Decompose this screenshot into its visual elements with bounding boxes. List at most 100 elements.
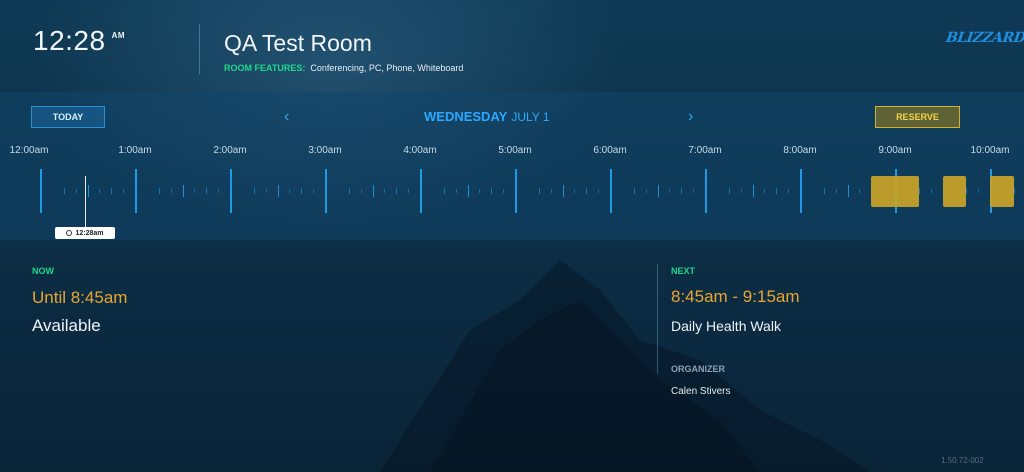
quarter-hour-tick	[681, 188, 683, 194]
minor-tick	[669, 189, 671, 193]
hour-label: 7:00am	[688, 145, 722, 156]
quarter-hour-tick	[443, 188, 445, 194]
minor-tick	[75, 189, 77, 193]
chevron-left-icon[interactable]: ‹	[284, 108, 289, 126]
minor-tick	[265, 189, 267, 193]
organizer-name: Calen Stivers	[671, 386, 731, 397]
now-indicator-badge: 12:28am	[55, 227, 115, 239]
minor-tick	[574, 189, 576, 193]
minor-tick	[859, 189, 861, 193]
hour-tick	[705, 169, 707, 213]
booked-slot[interactable]	[871, 176, 919, 207]
quarter-hour-tick	[253, 188, 255, 194]
quarter-hour-tick	[966, 188, 968, 194]
hour-label: 3:00am	[308, 145, 342, 156]
room-features: ROOM FEATURES: Conferencing, PC, Phone, W…	[224, 63, 463, 73]
minor-tick	[384, 189, 386, 193]
room-features-label: ROOM FEATURES:	[224, 63, 306, 73]
quarter-hour-tick	[63, 188, 65, 194]
quarter-hour-tick	[111, 188, 113, 194]
half-hour-tick	[752, 185, 754, 197]
hour-label: 12:00am	[9, 145, 49, 156]
now-until: Until 8:45am	[32, 288, 128, 307]
chevron-right-icon[interactable]: ›	[688, 108, 693, 126]
hour-tick	[420, 169, 422, 213]
half-hour-tick	[277, 185, 279, 197]
next-meeting-title: Daily Health Walk	[671, 318, 781, 334]
blizzard-logo: BLIZZARD	[944, 30, 1024, 46]
organizer-label: ORGANIZER	[671, 364, 725, 374]
minor-tick	[408, 189, 410, 193]
quarter-hour-tick	[586, 188, 588, 194]
quarter-hour-tick	[918, 188, 920, 194]
next-time-range: 8:45am - 9:15am	[671, 287, 800, 306]
booked-slot[interactable]	[942, 176, 967, 207]
minor-tick	[360, 189, 362, 193]
quarter-hour-tick	[491, 188, 493, 194]
hour-tick	[610, 169, 612, 213]
minor-tick	[479, 189, 481, 193]
hour-tick	[325, 169, 327, 213]
minor-tick	[123, 189, 125, 193]
hour-tick	[230, 169, 232, 213]
now-indicator-time: 12:28am	[75, 229, 104, 237]
clock-ampm: AM	[111, 31, 126, 40]
half-hour-tick	[182, 185, 184, 197]
minor-tick	[788, 189, 790, 193]
header-divider	[199, 24, 200, 74]
current-time: 12:28 AM	[33, 25, 125, 57]
room-name: QA Test Room	[224, 30, 372, 56]
quarter-hour-tick	[728, 188, 730, 194]
hour-label: 6:00am	[593, 145, 627, 156]
minor-tick	[455, 189, 457, 193]
booked-slot[interactable]	[990, 176, 1014, 207]
minor-tick	[503, 189, 505, 193]
half-hour-tick	[87, 185, 89, 197]
timeline[interactable]: 12:28am 12:00am 1:00am 2:00am 3:00am 4:00am 5…	[0, 145, 1024, 240]
minor-tick	[764, 189, 766, 193]
date-month-day: JULY 1	[511, 110, 550, 124]
next-label: NEXT	[671, 266, 696, 276]
minor-tick	[218, 189, 220, 193]
hour-label: 9:00am	[878, 145, 912, 156]
minor-tick	[194, 189, 196, 193]
minor-tick	[598, 189, 600, 193]
current-date: WEDNESDAY JULY 1	[424, 109, 550, 124]
reserve-button[interactable]: RESERVE	[875, 106, 960, 128]
now-label: NOW	[32, 266, 54, 276]
quarter-hour-tick	[206, 188, 208, 194]
hour-tick	[515, 169, 517, 213]
hour-label: 2:00am	[213, 145, 247, 156]
half-hour-tick	[847, 185, 849, 197]
minor-tick	[835, 189, 837, 193]
quarter-hour-tick	[396, 188, 398, 194]
clock-icon	[66, 230, 73, 236]
minor-tick	[930, 189, 932, 193]
hour-label: 8:00am	[783, 145, 817, 156]
date-weekday: WEDNESDAY	[424, 109, 508, 124]
minor-tick	[740, 189, 742, 193]
quarter-hour-tick	[776, 188, 778, 194]
minor-tick	[550, 189, 552, 193]
half-hour-tick	[467, 185, 469, 197]
hour-label: 4:00am	[403, 145, 437, 156]
quarter-hour-tick	[633, 188, 635, 194]
quarter-hour-tick	[158, 188, 160, 194]
minor-tick	[170, 189, 172, 193]
today-button[interactable]: TODAY	[31, 106, 105, 128]
hour-tick	[135, 169, 137, 213]
app-version: 1.50.72-002	[941, 456, 984, 465]
room-features-list: Conferencing, PC, Phone, Whiteboard	[310, 63, 464, 73]
quarter-hour-tick	[301, 188, 303, 194]
now-status: Available	[32, 316, 101, 335]
quarter-hour-tick	[1013, 188, 1015, 194]
quarter-hour-tick	[348, 188, 350, 194]
minor-tick	[645, 189, 647, 193]
half-hour-tick	[372, 185, 374, 197]
hour-tick	[40, 169, 42, 213]
minor-tick	[99, 189, 101, 193]
minor-tick	[313, 189, 315, 193]
clock-time: 12:28	[33, 25, 106, 56]
hour-label: 5:00am	[498, 145, 532, 156]
minor-tick	[289, 189, 291, 193]
